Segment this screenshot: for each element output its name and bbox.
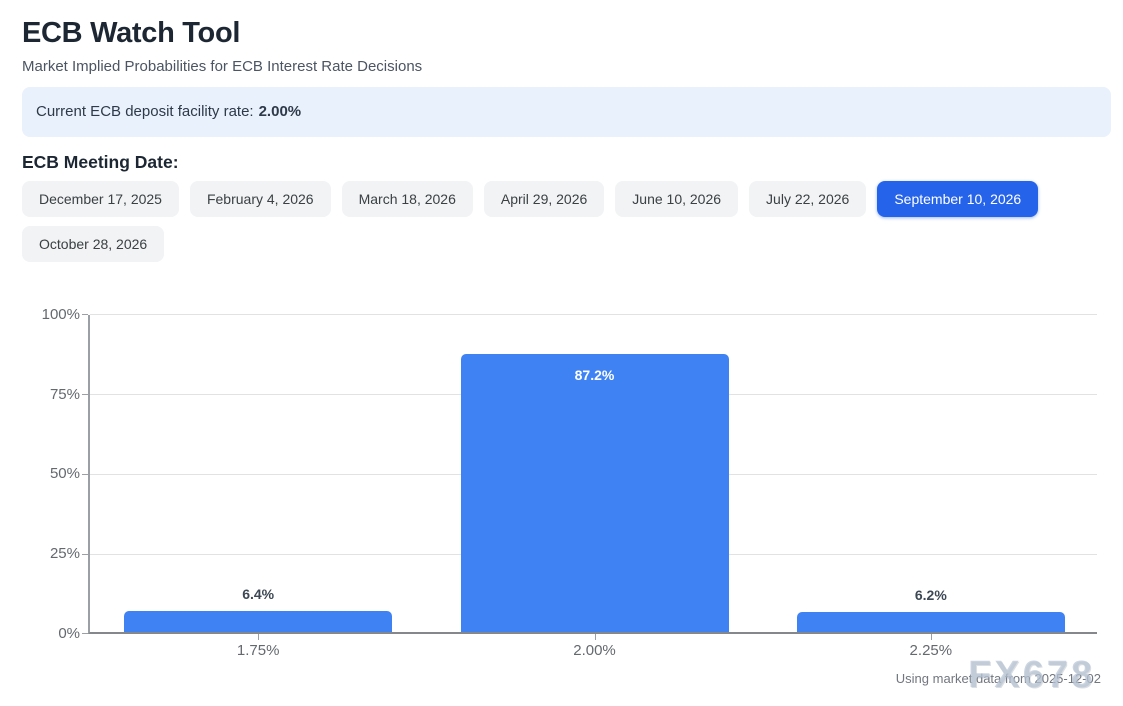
bar-value-label: 6.4% xyxy=(242,586,274,602)
page-subtitle: Market Implied Probabilities for ECB Int… xyxy=(22,57,1101,77)
y-axis-tick xyxy=(82,554,88,555)
y-axis-tick xyxy=(82,633,88,634)
current-rate-value: 2.00% xyxy=(259,103,302,120)
y-axis-label: 100% xyxy=(24,306,80,324)
bar[interactable] xyxy=(797,612,1065,632)
meeting-date-button[interactable]: July 22, 2026 xyxy=(749,181,866,217)
meeting-date-button[interactable]: December 17, 2025 xyxy=(22,181,179,217)
y-axis-label: 0% xyxy=(24,625,80,643)
data-source-note: Using market data from 2025-12-02 xyxy=(896,671,1101,686)
y-axis-tick xyxy=(82,474,88,475)
chart-footer: Using market data from 2025-12-02 FX678 xyxy=(22,670,1101,692)
x-axis-tick xyxy=(595,634,596,640)
bar-value-label: 6.2% xyxy=(915,587,947,603)
bar[interactable] xyxy=(124,611,392,631)
x-axis-tick xyxy=(931,634,932,640)
chart-plot: 0%25%50%75%100%1.75%6.4%2.00%87.2%2.25%6… xyxy=(88,315,1097,634)
bar-value-label: 87.2% xyxy=(575,367,615,383)
meeting-date-list: December 17, 2025 February 4, 2026 March 1… xyxy=(22,181,1042,262)
meeting-date-button[interactable]: February 4, 2026 xyxy=(190,181,331,217)
y-axis-label: 75% xyxy=(24,386,80,404)
meeting-date-button[interactable]: April 29, 2026 xyxy=(484,181,604,217)
gridline xyxy=(90,314,1097,315)
current-rate-banner: Current ECB deposit facility rate: 2.00% xyxy=(22,87,1111,137)
meeting-date-heading: ECB Meeting Date: xyxy=(22,152,1101,173)
page: ECB Watch Tool Market Implied Probabilit… xyxy=(0,0,1123,706)
current-rate-label: Current ECB deposit facility rate: xyxy=(36,103,254,120)
meeting-date-button[interactable]: September 10, 2026 xyxy=(877,181,1038,217)
y-axis-tick xyxy=(82,394,88,395)
y-axis-label: 25% xyxy=(24,545,80,563)
meeting-date-button[interactable]: October 28, 2026 xyxy=(22,226,164,262)
x-axis-tick xyxy=(258,634,259,640)
meeting-date-button[interactable]: June 10, 2026 xyxy=(615,181,738,217)
meeting-date-button[interactable]: March 18, 2026 xyxy=(342,181,473,217)
y-axis-label: 50% xyxy=(24,465,80,483)
x-axis-label: 2.25% xyxy=(910,642,953,659)
page-title: ECB Watch Tool xyxy=(22,17,1101,50)
x-axis-label: 2.00% xyxy=(573,642,616,659)
x-axis-label: 1.75% xyxy=(237,642,280,659)
probability-chart: 0%25%50%75%100%1.75%6.4%2.00%87.2%2.25%6… xyxy=(88,315,1097,634)
bar[interactable] xyxy=(461,354,729,632)
y-axis-tick xyxy=(82,314,88,315)
